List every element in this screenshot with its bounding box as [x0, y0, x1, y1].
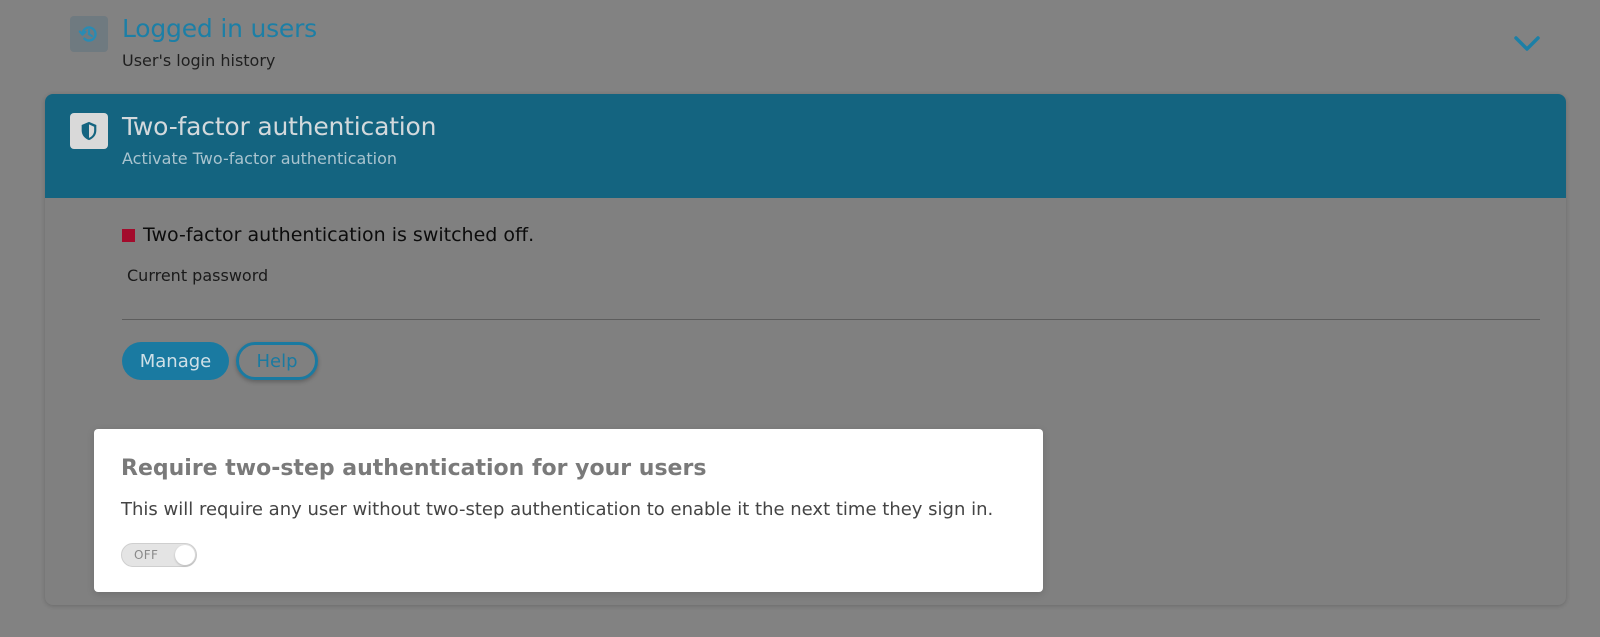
current-password-label: Current password	[127, 266, 269, 285]
two-factor-subtitle: Activate Two-factor authentication	[122, 149, 397, 168]
logged-in-users-title: Logged in users	[122, 14, 318, 43]
current-password-input[interactable]	[122, 286, 1540, 320]
require-two-step-title: Require two-step authentication for your…	[121, 456, 707, 481]
shield-icon	[70, 113, 108, 149]
manage-button[interactable]: Manage	[122, 342, 229, 380]
two-factor-header[interactable]: Two-factor authentication Activate Two-f…	[45, 94, 1566, 198]
toggle-knob	[175, 545, 195, 565]
history-icon	[70, 16, 108, 52]
help-button[interactable]: Help	[236, 342, 318, 380]
status-text: Two-factor authentication is switched of…	[143, 224, 535, 246]
logged-in-users-section[interactable]: Logged in users User's login history	[45, 0, 1566, 88]
require-two-step-toggle[interactable]: OFF	[121, 543, 197, 567]
chevron-down-icon[interactable]	[1512, 33, 1542, 55]
two-factor-status: Two-factor authentication is switched of…	[122, 224, 534, 246]
require-two-step-description: This will require any user without two-s…	[121, 499, 994, 520]
two-factor-title: Two-factor authentication	[122, 112, 437, 141]
toggle-state-label: OFF	[134, 548, 159, 562]
status-indicator-icon	[122, 228, 135, 242]
logged-in-users-subtitle: User's login history	[122, 51, 276, 70]
require-two-step-panel: Require two-step authentication for your…	[94, 429, 1043, 592]
